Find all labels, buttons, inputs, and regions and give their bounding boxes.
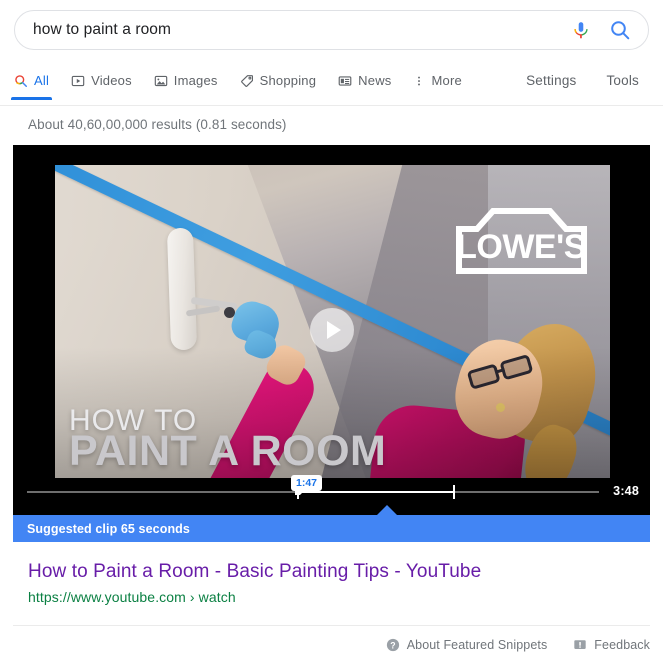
result-url[interactable]: https://www.youtube.com › watch: [28, 587, 649, 607]
tab-more-label: More: [431, 73, 462, 88]
result-title-link[interactable]: How to Paint a Room - Basic Painting Tip…: [28, 560, 481, 584]
microphone-icon[interactable]: [570, 18, 592, 42]
tab-videos[interactable]: Videos: [71, 66, 132, 95]
nav-tabs-left: All Videos Images Shopping News More: [10, 66, 484, 100]
search-nav-tabs: All Videos Images Shopping News More Set…: [0, 66, 663, 106]
tab-shopping-label: Shopping: [259, 73, 317, 88]
clip-end-marker[interactable]: [453, 485, 455, 499]
lowes-logo-wordmark: LOWE'S: [456, 228, 586, 266]
lowes-logo: LOWE'S: [455, 203, 588, 275]
nav-tabs-right: Settings Tools: [496, 66, 649, 95]
tab-images-label: Images: [173, 73, 218, 88]
tab-more[interactable]: More: [413, 66, 462, 95]
tab-images[interactable]: Images: [154, 66, 218, 95]
video-overlay-line2: PAINT A ROOM: [69, 427, 387, 476]
video-progress-bar[interactable]: 1:47 3:48: [13, 475, 650, 515]
featured-video-card[interactable]: LOWE'S HOW TO PAINT A ROOM 1:47 3:48: [13, 145, 650, 515]
play-triangle: [326, 321, 341, 339]
settings-button[interactable]: Settings: [526, 66, 576, 95]
image-icon: [154, 74, 168, 88]
video-overlay-title: HOW TO PAINT A ROOM: [69, 406, 387, 476]
suggested-clip-label: Suggested clip 65 seconds: [27, 521, 190, 536]
video-icon: [71, 74, 85, 88]
more-vertical-icon: [413, 74, 425, 88]
tab-news-label: News: [358, 73, 392, 88]
help-circle-icon: ?: [386, 638, 400, 652]
play-icon[interactable]: [309, 308, 354, 352]
feedback-label: Feedback: [594, 638, 650, 652]
feedback-flag-icon: [573, 638, 587, 652]
search-bar-container: how to paint a room: [0, 0, 663, 50]
footer-divider: [13, 625, 650, 626]
search-box[interactable]: how to paint a room: [14, 10, 649, 50]
nav-divider: [0, 105, 663, 106]
feedback-link[interactable]: Feedback: [573, 638, 650, 652]
current-time-tooltip: 1:47: [291, 475, 323, 495]
tab-all-label: All: [34, 73, 50, 88]
tools-button[interactable]: Tools: [606, 66, 639, 95]
search-icon[interactable]: [608, 18, 632, 42]
search-input[interactable]: how to paint a room: [33, 20, 570, 40]
suggested-clip-bar[interactable]: Suggested clip 65 seconds: [13, 505, 650, 542]
svg-text:?: ?: [390, 640, 395, 650]
search-result: How to Paint a Room - Basic Painting Tip…: [0, 542, 663, 607]
tab-shopping[interactable]: Shopping: [240, 66, 317, 95]
news-icon: [338, 74, 352, 88]
search-icon-small: [14, 74, 28, 88]
result-stats: About 40,60,00,000 results (0.81 seconds…: [28, 117, 287, 132]
about-featured-snippets-link[interactable]: ? About Featured Snippets: [386, 638, 548, 652]
video-duration: 3:48: [613, 484, 639, 498]
paint-roller: [166, 227, 197, 351]
featured-snippet-footer: ? About Featured Snippets Feedback: [360, 638, 650, 652]
tab-videos-label: Videos: [91, 73, 132, 88]
tag-icon: [240, 74, 254, 88]
about-featured-snippets-label: About Featured Snippets: [406, 638, 548, 652]
tab-news[interactable]: News: [338, 66, 391, 95]
clip-range-bar: [297, 491, 455, 493]
tab-all[interactable]: All: [10, 66, 53, 100]
suggested-clip-caret: [376, 505, 398, 516]
